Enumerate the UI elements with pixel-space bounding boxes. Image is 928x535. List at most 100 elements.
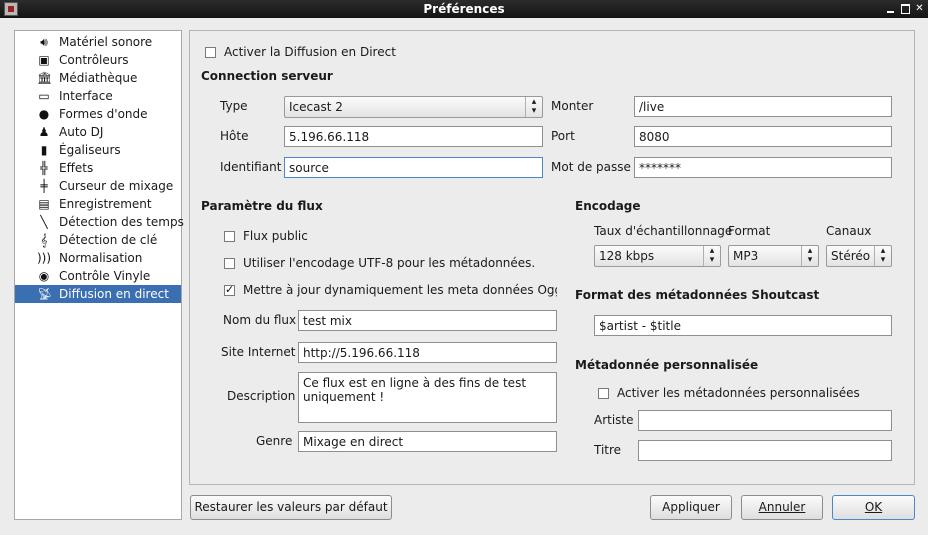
- effects-icon: ╬: [40, 161, 48, 175]
- description-textarea[interactable]: Ce flux est en ligne à des fins de test …: [298, 372, 557, 423]
- title-label: Titre: [594, 443, 622, 457]
- recording-icon: ▤: [38, 197, 50, 211]
- channels-label: Canaux: [826, 224, 872, 238]
- artist-label: Artiste: [594, 413, 634, 427]
- close-icon[interactable]: ✕: [914, 3, 925, 14]
- utf8-metadata-checkbox[interactable]: [224, 258, 235, 269]
- updown-arrows-icon: ▴ ▾: [801, 246, 818, 266]
- updown-arrows-icon: ▴ ▾: [874, 246, 891, 266]
- sidebar-item-label: Effets: [59, 161, 94, 175]
- sidebar-item-label: Formes d'onde: [59, 107, 148, 121]
- website-input[interactable]: http://5.196.66.118: [298, 342, 557, 363]
- speaker-icon: 🔊︎: [40, 35, 48, 49]
- sidebar-item-label: Égaliseurs: [59, 143, 121, 157]
- enable-broadcast-checkbox[interactable]: [205, 47, 216, 58]
- window-titlebar[interactable]: Préférences ✕: [0, 0, 928, 18]
- login-input[interactable]: source: [284, 157, 543, 178]
- sidebar-item-label: Contrôleurs: [59, 53, 129, 67]
- bitrate-select-value: 128 kbps: [599, 249, 655, 263]
- sidebar-item-controllers[interactable]: ▣ Contrôleurs: [15, 51, 181, 69]
- sidebar-item-beat-detection[interactable]: ╲ Détection des temps: [15, 213, 184, 231]
- bitrate-label: Taux d'échantillonnage: [594, 224, 733, 238]
- sidebar-item-label: Auto DJ: [59, 125, 104, 139]
- updown-arrows-icon: ▴ ▾: [525, 97, 542, 117]
- controller-icon: ▣: [38, 53, 50, 67]
- sidebar-item-interface[interactable]: ▭ Interface: [15, 87, 181, 105]
- sidebar-item-crossfader[interactable]: ╪ Curseur de mixage: [15, 177, 181, 195]
- host-input[interactable]: 5.196.66.118: [284, 126, 543, 147]
- maximize-icon[interactable]: [900, 3, 911, 14]
- sidebar-item-label: Enregistrement: [59, 197, 152, 211]
- crossfader-icon: ╪: [40, 179, 48, 193]
- port-input[interactable]: 8080: [634, 126, 892, 147]
- genre-input[interactable]: Mixage en direct: [298, 431, 557, 452]
- sidebar-item-label: Contrôle Vinyle: [59, 269, 151, 283]
- waveform-icon: ●: [38, 107, 50, 121]
- broadcast-icon: 📡︎: [37, 287, 53, 301]
- window-title: Préférences: [423, 2, 505, 16]
- type-select[interactable]: Icecast 2 ▴ ▾: [284, 96, 543, 118]
- type-select-value: Icecast 2: [289, 100, 343, 114]
- sidebar-item-label: Détection des temps: [59, 215, 184, 229]
- sidebar-item-label: Médiathèque: [59, 71, 138, 85]
- custom-metadata-label: Activer les métadonnées personnalisées: [617, 386, 860, 400]
- enable-broadcast-label: Activer la Diffusion en Direct: [224, 45, 396, 59]
- monitor-icon: ▭: [38, 89, 50, 103]
- channels-select-value: Stéréo: [831, 249, 871, 263]
- sidebar-item-label: Interface: [59, 89, 113, 103]
- dynamic-ogg-metadata-label: Mettre à jour dynamiquement les meta don…: [243, 283, 557, 297]
- sidebar-item-key-detection[interactable]: 𝄞 Détection de clé: [15, 231, 181, 249]
- sidebar-item-label: Curseur de mixage: [59, 179, 174, 193]
- stream-name-label: Nom du flux: [223, 313, 297, 327]
- restore-defaults-button[interactable]: Restaurer les valeurs par défaut: [190, 495, 392, 520]
- login-label: Identifiant: [220, 160, 282, 174]
- live-broadcasting-panel: Activer la Diffusion en Direct Connectio…: [189, 30, 915, 485]
- sidebar-item-label: Diffusion en direct: [59, 287, 169, 301]
- sidebar-item-library[interactable]: 🏛︎ Médiathèque: [15, 69, 181, 87]
- artist-input[interactable]: [638, 410, 892, 431]
- sidebar-item-auto-dj[interactable]: ♟ Auto DJ: [15, 123, 181, 141]
- format-select[interactable]: MP3 ▴ ▾: [728, 245, 819, 267]
- robot-icon: ♟: [38, 125, 50, 139]
- description-label: Description: [227, 389, 296, 403]
- sidebar-item-equalizers[interactable]: ▮ Égaliseurs: [15, 141, 181, 159]
- mount-input[interactable]: /live: [634, 96, 892, 117]
- apply-button[interactable]: Appliquer: [650, 495, 732, 520]
- bitrate-select[interactable]: 128 kbps ▴ ▾: [594, 245, 721, 267]
- stream-name-input[interactable]: test mix: [298, 310, 557, 331]
- encoding-heading: Encodage: [575, 199, 641, 213]
- sidebar-item-waveforms[interactable]: ● Formes d'onde: [15, 105, 181, 123]
- equalizer-icon: ▮: [40, 143, 48, 157]
- type-label: Type: [220, 99, 248, 113]
- metronome-icon: ╲: [40, 215, 48, 229]
- updown-arrows-icon: ▴ ▾: [703, 246, 720, 266]
- dynamic-ogg-metadata-checkbox[interactable]: [224, 283, 235, 297]
- sidebar-item-effects[interactable]: ╬ Effets: [15, 159, 181, 177]
- channels-select[interactable]: Stéréo ▴ ▾: [826, 245, 892, 267]
- ok-button[interactable]: OK: [832, 495, 915, 520]
- preferences-sidebar: 🔊︎ Matériel sonore ▣ Contrôleurs 🏛︎ Médi…: [14, 30, 184, 520]
- vinyl-icon: ◉: [38, 269, 50, 283]
- sidebar-item-recording[interactable]: ▤ Enregistrement: [15, 195, 181, 213]
- shoutcast-heading: Format des métadonnées Shoutcast: [575, 288, 820, 302]
- host-label: Hôte: [220, 129, 249, 143]
- normalization-icon: ))): [37, 251, 52, 265]
- public-stream-checkbox[interactable]: [224, 231, 235, 242]
- sidebar-item-live-broadcasting[interactable]: 📡︎ Diffusion en direct: [15, 285, 181, 303]
- connection-heading: Connection serveur: [201, 69, 333, 83]
- stream-settings-heading: Paramètre du flux: [201, 199, 323, 213]
- sidebar-item-sound-hardware[interactable]: 🔊︎ Matériel sonore: [15, 33, 181, 51]
- key-icon: 𝄞: [40, 233, 48, 247]
- sidebar-item-vinyl-control[interactable]: ◉ Contrôle Vinyle: [15, 267, 181, 285]
- sidebar-item-normalization[interactable]: ))) Normalisation: [15, 249, 181, 267]
- website-label: Site Internet: [221, 345, 296, 359]
- public-stream-label: Flux public: [243, 229, 308, 243]
- custom-metadata-checkbox[interactable]: [598, 388, 609, 399]
- cancel-button[interactable]: Annuler: [741, 495, 823, 520]
- minimize-icon[interactable]: [885, 3, 896, 14]
- title-input[interactable]: [638, 440, 892, 461]
- shoutcast-format-input[interactable]: $artist - $title: [594, 315, 892, 336]
- sidebar-item-label: Matériel sonore: [59, 35, 153, 49]
- genre-label: Genre: [256, 434, 293, 448]
- password-input[interactable]: *******: [634, 157, 892, 178]
